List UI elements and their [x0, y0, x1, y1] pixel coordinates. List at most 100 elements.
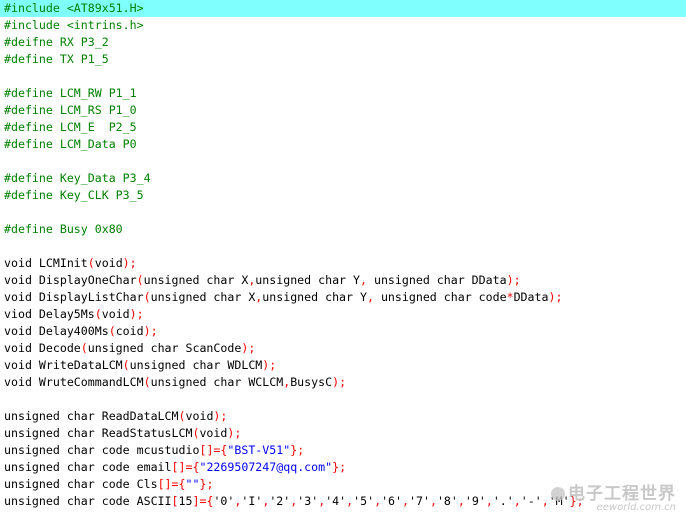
code-editor[interactable]: #include <AT89x51.H> #include <intrins.h>…	[0, 0, 686, 527]
code-line[interactable]: void WriteDataLCM(unsigned char WDLCM);	[0, 357, 686, 374]
preprocessor-directive: #define Key_Data P3_4	[4, 171, 151, 185]
punctuation: ,	[429, 494, 437, 508]
punctuation: }	[569, 494, 577, 508]
code-token: '-'	[520, 494, 542, 508]
preprocessor-directive: #define LCM_RS P1_0	[4, 103, 137, 117]
code-line[interactable]: unsigned char ReadStatusLCM(void);	[0, 425, 686, 442]
preprocessor-directive: #define TX P1_5	[4, 52, 109, 66]
code-line[interactable]: #deifne RX P3_2	[0, 34, 686, 51]
code-line[interactable]: void WruteCommandLCM(unsigned char WCLCM…	[0, 374, 686, 391]
preprocessor-directive: #include <AT89x51.H>	[4, 1, 144, 15]
code-token: unsigned char WDLCM	[129, 358, 263, 372]
punctuation: ,	[374, 494, 382, 508]
code-line[interactable]: unsigned char code Cls[]={""};	[0, 476, 686, 493]
code-line[interactable]: #define LCM_E P2_5	[0, 119, 686, 136]
preprocessor-directive: #include <intrins.h>	[4, 18, 144, 32]
code-token: coid	[115, 324, 144, 338]
code-token: unsigned char Y	[262, 290, 367, 304]
code-token: viod Delay5Ms	[4, 307, 95, 321]
code-line[interactable]: unsigned char code email[]={"2269507247@…	[0, 459, 686, 476]
punctuation: [	[157, 477, 165, 491]
punctuation: ;	[136, 307, 144, 321]
code-token: '6'	[381, 494, 403, 508]
code-line[interactable]: #define TX P1_5	[0, 51, 686, 68]
code-line[interactable]: #define Busy 0x80	[0, 221, 686, 238]
code-token: '2'	[269, 494, 291, 508]
punctuation: ;	[339, 460, 347, 474]
punctuation: [	[171, 494, 179, 508]
code-line[interactable]: void LCMInit(void);	[0, 255, 686, 272]
punctuation: (	[143, 375, 151, 389]
punctuation: ;	[269, 358, 277, 372]
punctuation: ,	[541, 494, 549, 508]
code-line[interactable]	[0, 391, 686, 408]
preprocessor-directive: #deifne RX P3_2	[4, 35, 109, 49]
code-token: unsigned char ScanCode	[87, 341, 242, 355]
code-line[interactable]	[0, 153, 686, 170]
punctuation: ;	[297, 443, 305, 457]
punctuation: )	[122, 256, 130, 270]
punctuation: ;	[339, 375, 347, 389]
code-token: unsigned char ReadStatusLCM	[4, 426, 193, 440]
code-line[interactable]	[0, 68, 686, 85]
code-line[interactable]: void Decode(unsigned char ScanCode);	[0, 340, 686, 357]
code-line[interactable]: #define LCM_Data P0	[0, 136, 686, 153]
code-token: BusysC	[290, 375, 333, 389]
code-line[interactable]: #define LCM_RW P1_1	[0, 85, 686, 102]
code-line[interactable]: unsigned char ReadDataLCM(void);	[0, 408, 686, 425]
punctuation: =	[171, 477, 179, 491]
code-line[interactable]: viod Delay5Ms(void);	[0, 306, 686, 323]
code-token: '3'	[297, 494, 319, 508]
code-token: '4'	[325, 494, 347, 508]
code-token: unsigned char code ASCII	[4, 494, 172, 508]
punctuation: ,	[485, 494, 493, 508]
code-line[interactable]: #include <AT89x51.H>	[0, 0, 686, 17]
code-token: unsigned char Y	[255, 273, 360, 287]
punctuation: *	[506, 290, 514, 304]
code-token: '8'	[436, 494, 458, 508]
punctuation: ;	[129, 256, 137, 270]
code-token: 'I'	[241, 494, 263, 508]
punctuation: ;	[220, 409, 228, 423]
punctuation: (	[136, 273, 144, 287]
code-token: unsigned char DData	[366, 273, 507, 287]
punctuation: ,	[360, 273, 367, 287]
punctuation: ;	[576, 494, 584, 508]
code-line[interactable]: #include <intrins.h>	[0, 17, 686, 34]
code-token: void WruteCommandLCM	[4, 375, 144, 389]
string-literal: "2269507247@qq.com"	[199, 460, 333, 474]
code-token: 15	[178, 494, 193, 508]
code-line[interactable]: #define LCM_RS P1_0	[0, 102, 686, 119]
code-line[interactable]: unsigned char code ASCII[15]={'0','I','2…	[0, 493, 686, 510]
code-line[interactable]: unsigned char code mcustudio[]={"BST-V51…	[0, 442, 686, 459]
punctuation: ;	[206, 477, 214, 491]
punctuation: ,	[402, 494, 409, 508]
punctuation: (	[80, 341, 88, 355]
code-token: void	[199, 426, 228, 440]
punctuation: ;	[150, 324, 158, 338]
code-token: 'M'	[548, 494, 570, 508]
code-token: unsigned char code mcustudio	[4, 443, 200, 457]
string-literal: "BST-V51"	[227, 443, 291, 457]
punctuation: ,	[366, 290, 374, 304]
punctuation: ]	[164, 477, 172, 491]
punctuation: (	[94, 307, 102, 321]
string-literal: ""	[185, 477, 200, 491]
code-line[interactable]	[0, 204, 686, 221]
code-line[interactable]: #define Key_CLK P3_5	[0, 187, 686, 204]
code-line[interactable]: void DisplayListChar(unsigned char X,uns…	[0, 289, 686, 306]
code-line[interactable]	[0, 238, 686, 255]
code-token: unsigned char code email	[4, 460, 172, 474]
preprocessor-directive: #define LCM_Data P0	[4, 137, 137, 151]
code-token: unsigned char code Cls	[4, 477, 158, 491]
code-token: void Decode	[4, 341, 81, 355]
code-token: void	[101, 307, 130, 321]
punctuation: )	[143, 324, 151, 338]
code-line[interactable]: void DisplayOneChar(unsigned char X,unsi…	[0, 272, 686, 289]
code-token: void WriteDataLCM	[4, 358, 123, 372]
code-token: void DisplayListChar	[4, 290, 144, 304]
preprocessor-directive: #define LCM_E P2_5	[4, 120, 137, 134]
code-line[interactable]: void Delay400Ms(coid);	[0, 323, 686, 340]
punctuation: )	[506, 273, 514, 287]
code-line[interactable]: #define Key_Data P3_4	[0, 170, 686, 187]
